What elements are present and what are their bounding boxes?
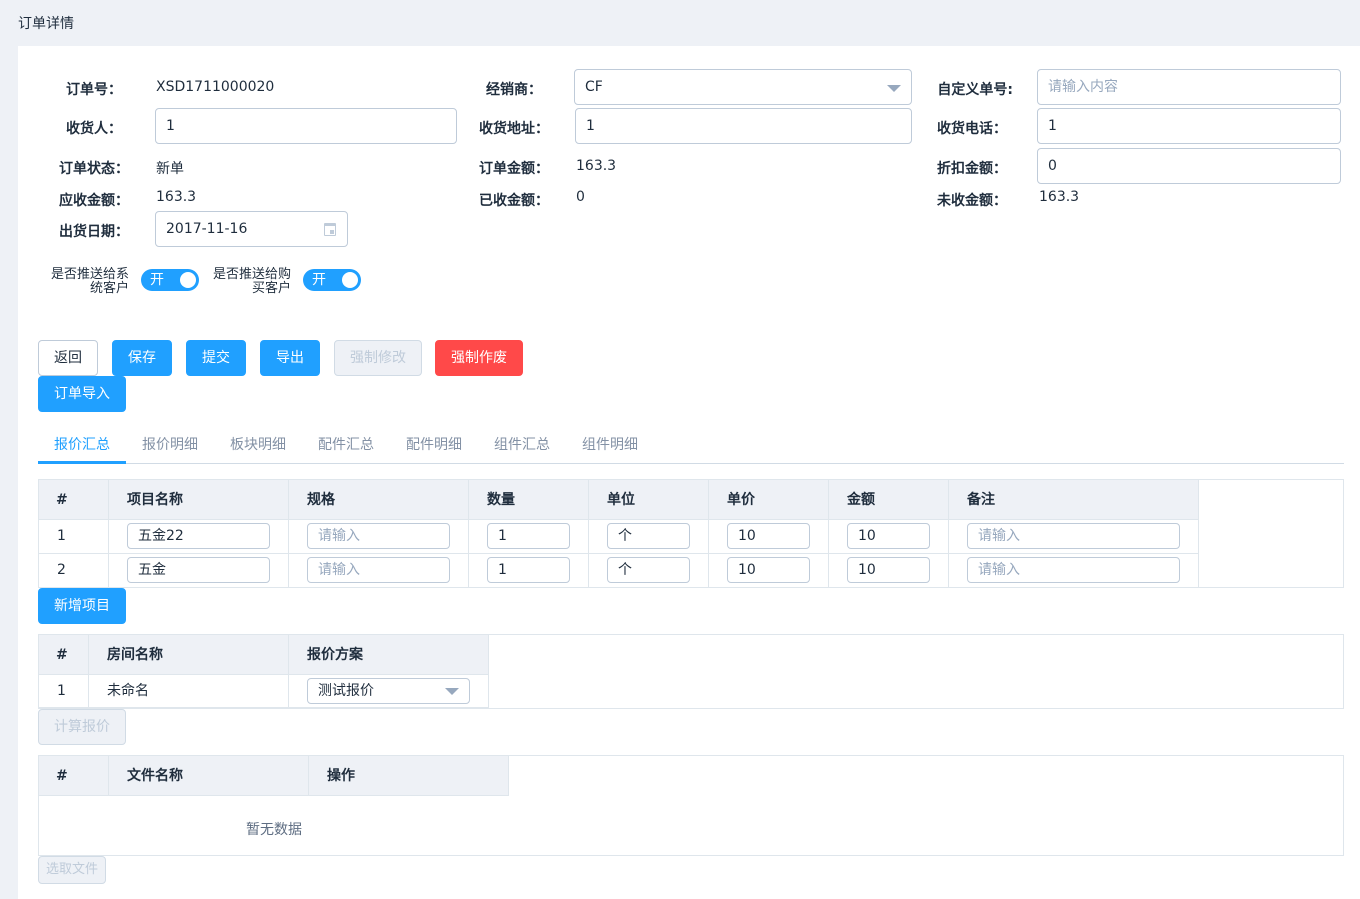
- force-void-button[interactable]: 强制作废: [435, 340, 523, 376]
- col-header-amount: 金额: [829, 480, 949, 520]
- tab-divider: [38, 463, 1344, 464]
- item-amount-input[interactable]: 10: [847, 557, 930, 583]
- tab-quote-summary[interactable]: 报价汇总: [54, 434, 110, 454]
- col-header-operation: 操作: [309, 756, 509, 796]
- col-header-unit: 单位: [589, 480, 709, 520]
- room-name: 未命名: [89, 675, 289, 708]
- force-edit-button[interactable]: 强制修改: [334, 340, 422, 376]
- unreceived-value: 163.3: [1039, 189, 1080, 205]
- tab-quote-detail[interactable]: 报价明细: [142, 434, 198, 454]
- import-order-button[interactable]: 订单导入: [38, 376, 126, 412]
- switch-knob: [180, 272, 196, 288]
- receivable-label: 应收金额：: [59, 193, 129, 209]
- unreceived-label: 未收金额：: [937, 193, 1007, 209]
- col-header-file-name: 文件名称: [109, 756, 309, 796]
- item-spec-input[interactable]: 请输入: [307, 557, 450, 583]
- tab-component-detail[interactable]: 组件明细: [582, 434, 638, 454]
- discount-label: 折扣金额：: [937, 161, 1007, 177]
- item-price-input[interactable]: 10: [727, 523, 810, 549]
- tab-component-summary[interactable]: 组件汇总: [494, 434, 550, 454]
- item-spec-input[interactable]: 请输入: [307, 523, 450, 549]
- calendar-icon: [324, 223, 336, 236]
- scheme-value: 测试报价: [318, 683, 374, 699]
- col-header-room: 房间名称: [89, 635, 289, 675]
- col-header-name: 项目名称: [109, 480, 289, 520]
- back-button[interactable]: 返回: [38, 340, 98, 376]
- tab-accessory-summary[interactable]: 配件汇总: [318, 434, 374, 454]
- receiver-input[interactable]: 1: [155, 108, 457, 144]
- dealer-select[interactable]: CF: [574, 69, 912, 105]
- tab-board-detail[interactable]: 板块明细: [230, 434, 286, 454]
- received-label: 已收金额：: [479, 193, 549, 209]
- status-value: 新单: [156, 161, 184, 177]
- col-header-index: #: [39, 756, 109, 796]
- receivable-value: 163.3: [156, 189, 197, 205]
- push-system-switch[interactable]: 开: [141, 269, 199, 291]
- amount-label: 订单金额：: [479, 161, 549, 177]
- ship-date-picker[interactable]: 2017-11-16: [155, 211, 348, 247]
- row-index: 1: [39, 520, 109, 554]
- push-buyer-switch[interactable]: 开: [303, 269, 361, 291]
- switch-on-text: 开: [150, 272, 164, 288]
- chevron-down-icon: [887, 85, 901, 92]
- item-qty-input[interactable]: 1: [487, 523, 570, 549]
- item-name-input[interactable]: 五金: [127, 557, 270, 583]
- scheme-select[interactable]: 测试报价: [307, 678, 470, 704]
- col-header-scheme: 报价方案: [289, 635, 489, 675]
- address-input[interactable]: 1: [575, 108, 912, 144]
- received-value: 0: [576, 189, 585, 205]
- address-label: 收货地址：: [479, 121, 549, 137]
- item-remark-input[interactable]: 请输入: [967, 557, 1180, 583]
- item-remark-input[interactable]: 请输入: [967, 523, 1180, 549]
- col-header-price: 单价: [709, 480, 829, 520]
- order-no-value: XSD1711000020: [156, 79, 275, 95]
- col-header-spec: 规格: [289, 480, 469, 520]
- phone-input[interactable]: 1: [1037, 108, 1341, 144]
- status-label: 订单状态：: [59, 161, 129, 177]
- dealer-label: 经销商：: [486, 82, 542, 98]
- receiver-label: 收货人：: [66, 121, 122, 137]
- col-header-remark: 备注: [949, 480, 1199, 520]
- ship-date-value: 2017-11-16: [166, 221, 248, 237]
- custom-no-label: 自定义单号:: [937, 82, 1013, 98]
- empty-text: 暂无数据: [246, 822, 302, 838]
- custom-no-input[interactable]: 请输入内容: [1037, 69, 1341, 105]
- save-button[interactable]: 保存: [112, 340, 172, 376]
- order-no-label: 订单号：: [66, 82, 122, 98]
- ship-date-label: 出货日期：: [59, 224, 129, 240]
- submit-button[interactable]: 提交: [186, 340, 246, 376]
- tab-accessory-detail[interactable]: 配件明细: [406, 434, 462, 454]
- switch-knob: [342, 272, 358, 288]
- switch-on-text: 开: [312, 272, 326, 288]
- col-header-index: #: [39, 480, 109, 520]
- item-price-input[interactable]: 10: [727, 557, 810, 583]
- item-unit-input[interactable]: 个: [607, 523, 690, 549]
- item-qty-input[interactable]: 1: [487, 557, 570, 583]
- chevron-down-icon: [445, 688, 459, 695]
- tab-active-indicator: [38, 461, 126, 464]
- col-header-qty: 数量: [469, 480, 589, 520]
- item-amount-input[interactable]: 10: [847, 523, 930, 549]
- select-file-button[interactable]: 选取文件: [38, 856, 106, 884]
- page-title: 订单详情: [18, 16, 74, 32]
- push-buyer-label: 是否推送给购 买客户: [212, 267, 291, 296]
- item-name-input[interactable]: 五金22: [127, 523, 270, 549]
- amount-value: 163.3: [576, 158, 617, 174]
- calculate-quote-button[interactable]: 计算报价: [38, 709, 126, 745]
- row-index: 1: [39, 675, 89, 708]
- phone-label: 收货电话：: [937, 121, 1007, 137]
- dealer-value: CF: [585, 79, 603, 95]
- col-header-index: #: [39, 635, 89, 675]
- discount-input[interactable]: 0: [1037, 148, 1341, 184]
- export-button[interactable]: 导出: [260, 340, 320, 376]
- add-item-button[interactable]: 新增项目: [38, 588, 126, 624]
- item-unit-input[interactable]: 个: [607, 557, 690, 583]
- push-system-label: 是否推送给系 统客户: [50, 267, 129, 296]
- row-index: 2: [39, 554, 109, 588]
